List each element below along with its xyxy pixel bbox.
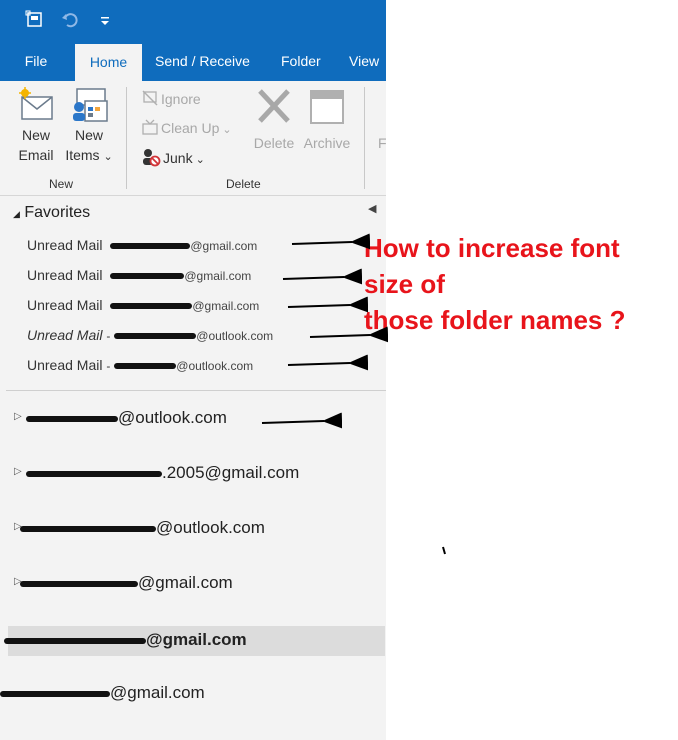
arrow-mark xyxy=(291,233,371,250)
annotation-arrows xyxy=(261,233,446,555)
stray-mark xyxy=(442,546,446,555)
arrow-mark xyxy=(287,354,369,371)
arrow-mark xyxy=(287,296,369,313)
arrow-mark xyxy=(261,412,343,429)
arrow-mark xyxy=(309,326,389,343)
arrow-mark xyxy=(282,268,363,285)
